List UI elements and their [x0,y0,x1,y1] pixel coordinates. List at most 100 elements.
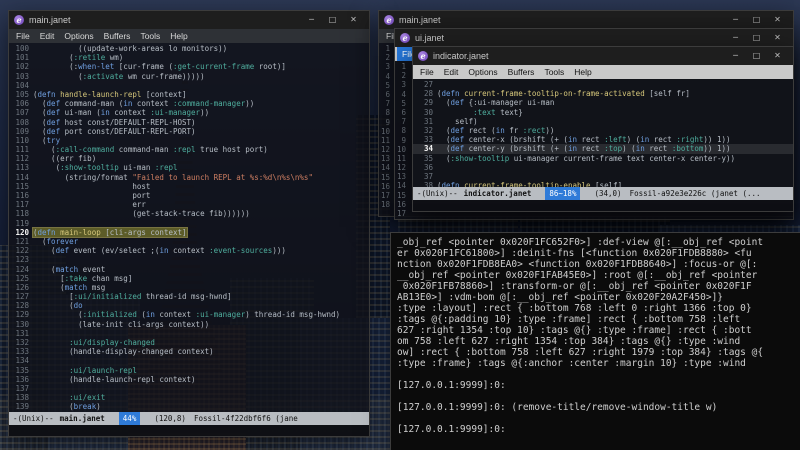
menu-bar[interactable]: FileEditOptionsBuffersToolsHelp [413,65,793,79]
terminal-line: __obj_ref <pointer 0x020F1FAB45E0>] :roo… [397,270,758,281]
code-text: self) [437,116,478,126]
close-button[interactable]: ✕ [767,49,788,63]
line-number: 125 [15,273,29,283]
code-text: (defn main-loop [cli-args context] [32,226,188,238]
code-line: 108 (def host const/DEFAULT-REPL-HOST) [9,118,369,127]
code-line: 126 (match msg [9,283,369,292]
code-line: 107 (def ui-man (in context :ui-manager)… [9,108,369,117]
line-number: 100 [15,44,29,53]
line-number: 29 [423,98,433,108]
code-line: 122 (def event (ev/select ;(in context :… [9,246,369,255]
minimize-button[interactable]: ─ [725,49,746,63]
code-line: 111 (:call-command command-man :repl tru… [9,145,369,154]
terminal-line: :type :layout] :rect { :bottom 768 :left… [397,303,752,314]
maximize-button[interactable]: □ [322,13,343,27]
menu-item-edit[interactable]: Edit [439,65,464,79]
menu-item-tools[interactable]: Tools [135,29,165,43]
code-line: 138 :ui/exit [9,393,369,402]
line-number: 30 [423,107,433,117]
modeline-cursor-position: (34,0) [594,189,622,198]
code-line: 112 ((err fib) [9,154,369,163]
line-number: 5 [385,80,390,90]
code-editor[interactable]: 100 ((update-work-areas lo monitors)) 101… [9,43,369,412]
menu-item-buffers[interactable]: Buffers [503,65,540,79]
line-number: 113 [15,163,29,173]
code-text: (defn current-frame-tooltip-on-frame-act… [437,89,690,99]
line-number: 105 [15,89,29,99]
window-title: main.janet [399,15,441,25]
maximize-button[interactable]: □ [746,13,767,27]
code-line: 137 [9,384,369,393]
line-number: 34 [423,144,433,154]
code-text: (match msg [33,282,106,292]
minimize-button[interactable]: ─ [725,13,746,27]
close-button[interactable]: ✕ [767,31,788,45]
line-number: 37 [423,171,433,181]
line-number: 16 [380,181,390,191]
menu-item-help[interactable]: Help [165,29,192,43]
code-line: 132 :ui/display-changed [9,338,369,347]
line-number: 33 [423,135,433,145]
code-line: 36 [413,163,793,172]
menu-item-help[interactable]: Help [569,65,596,79]
menu-item-edit[interactable]: Edit [35,29,60,43]
code-line: 35 (:show-tooltip ui-manager current-fra… [413,154,793,163]
minimize-button[interactable]: ─ [301,13,322,27]
modeline-buffer-name: main.janet [59,414,105,423]
menu-item-file[interactable]: File [415,65,439,79]
code-text: (:retile wm) [33,53,124,63]
code-text: (:show-tooltip ui-man :repl [33,163,178,173]
code-text: [:ui/initialized thread-id msg-hwnd] [33,292,232,302]
code-line: 136 (handle-launch-repl context) [9,375,369,384]
terminal-window[interactable]: _obj_ref <pointer 0x020F1FC652F0>] :def-… [390,232,800,450]
terminal-line: [127.0.0.1:9999]:0: [397,424,506,435]
code-text: (def command-man (in context :command-ma… [33,99,255,109]
window-title: ui.janet [415,33,445,43]
line-number: 107 [15,108,29,118]
line-number: 27 [423,80,433,89]
menu-item-options[interactable]: Options [59,29,98,43]
titlebar[interactable]: e ui.janet ─ □ ✕ [395,29,793,47]
titlebar[interactable]: e main.janet ─ □ ✕ [9,11,369,29]
code-text: (def port const/DEFAULT-REPL-PORT) [33,126,196,136]
menu-item-options[interactable]: Options [463,65,502,79]
terminal-line: er 0x020F1FC61800>] :deinit-fns [<functi… [397,248,752,259]
line-number: 110 [15,135,29,145]
line-number: 14 [380,163,390,173]
line-number: 13 [396,172,406,182]
code-text: :text text} [473,107,523,117]
code-editor[interactable]: 27 28 (defn current-frame-tooltip-on-frame… [413,79,793,187]
code-line: 129 (:initialized (in context :ui-manage… [9,310,369,319]
mode-line: -(Unix)-- indicator.janet 86~18% (34,0) … [413,187,793,200]
maximize-button[interactable]: □ [746,49,767,63]
code-line: 30 :text text} [413,108,793,117]
titlebar[interactable]: e main.janet ─ □ ✕ [379,11,793,29]
line-number: 31 [423,116,433,126]
titlebar[interactable]: e indicator.janet ─ □ ✕ [413,47,793,65]
line-number: 136 [15,374,29,384]
code-text: host [33,181,151,191]
line-number: 135 [15,365,29,375]
code-line: 139 (break) [9,402,369,411]
menu-item-file[interactable]: File [11,29,35,43]
menu-item-buffers[interactable]: Buffers [99,29,136,43]
code-text: (def {:ui-manager ui-man [437,98,555,108]
minimize-button[interactable]: ─ [725,31,746,45]
code-line: 135 :ui/launch-repl [9,366,369,375]
line-number: 102 [15,62,29,72]
menu-bar[interactable]: FileEditOptionsBuffersToolsHelp [9,29,369,43]
line-number: 5 [401,98,406,108]
close-button[interactable]: ✕ [343,13,364,27]
code-text: (match event [33,264,106,274]
line-number: 32 [423,125,433,135]
menu-item-tools[interactable]: Tools [539,65,569,79]
maximize-button[interactable]: □ [746,31,767,45]
line-number: 128 [15,301,29,311]
line-number: 106 [15,99,29,109]
code-text: (forever [33,236,79,246]
close-button[interactable]: ✕ [767,13,788,27]
code-line: 113 (:show-tooltip ui-man :repl [9,163,369,172]
line-number: 124 [15,264,29,274]
line-number: 7 [385,99,390,109]
line-number: 36 [423,162,433,172]
